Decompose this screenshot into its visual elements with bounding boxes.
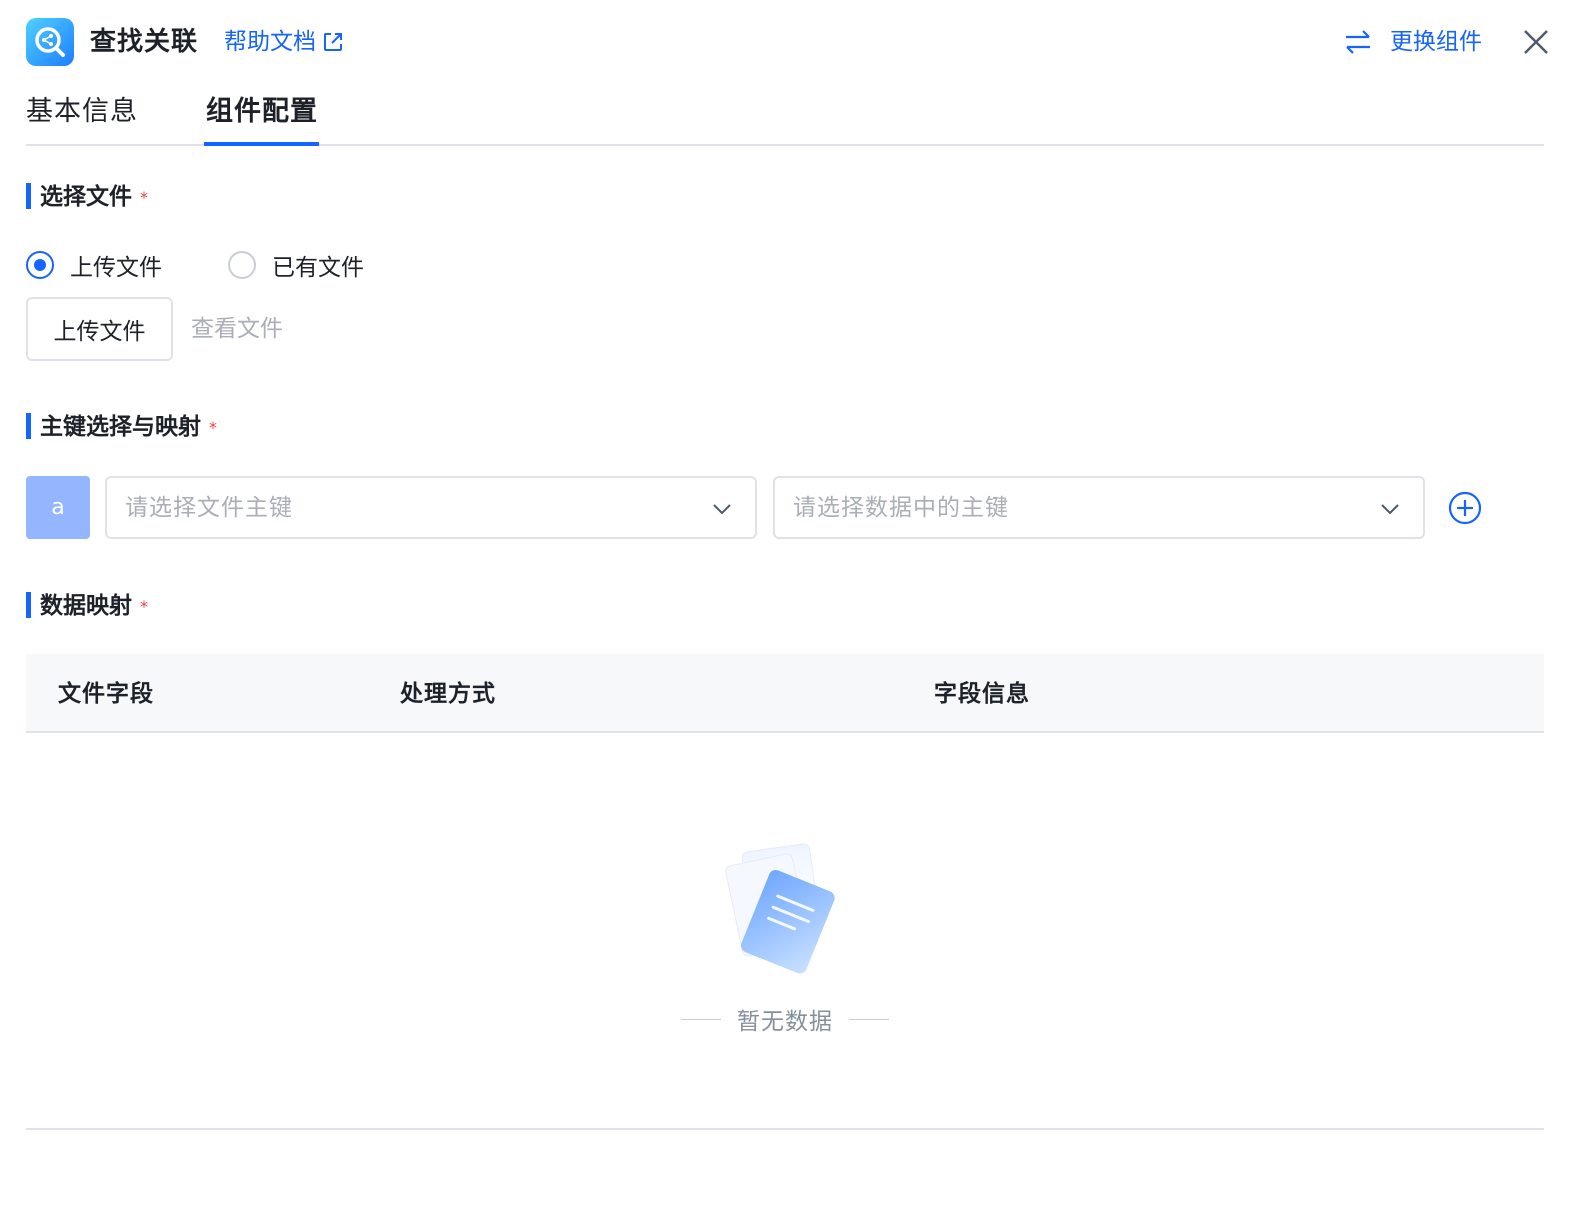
view-file-link[interactable]: 查看文件 [191,313,283,345]
radio-upload-file[interactable]: 上传文件 [26,248,162,282]
close-icon [1524,30,1548,54]
table-bottom-divider [26,1128,1544,1130]
select-file-section-title: 选择文件 * [26,183,148,212]
tab-bar: 基本信息 组件配置 [26,86,1544,146]
empty-state: 暂无数据 [680,1003,890,1035]
active-tab-indicator [204,142,319,146]
file-key-select[interactable]: 请选择文件主键 [105,476,757,539]
switch-component-button[interactable]: 更换组件 [1344,26,1482,58]
drawer-header: 查找关联 帮助文档 更换组件 [26,16,1556,68]
mapping-table-header: 文件字段 处理方式 字段信息 [26,654,1544,733]
search-link-icon [26,18,74,66]
file-source-radio-group: 上传文件 已有文件 [26,248,364,282]
radio-circle [228,251,256,279]
switch-component-label: 更换组件 [1390,29,1482,55]
chevron-down-icon [713,504,731,515]
radio-circle-checked [26,251,54,279]
empty-state-text: 暂无数据 [737,1009,833,1035]
key-badge: a [26,476,90,539]
data-key-select[interactable]: 请选择数据中的主键 [773,476,1425,539]
swap-icon [1346,30,1370,54]
file-key-placeholder: 请选择文件主键 [125,495,293,521]
external-link-icon [324,33,342,51]
radio-existing-file-label: 已有文件 [272,255,364,281]
radio-existing-file[interactable]: 已有文件 [228,248,364,282]
help-docs-link[interactable]: 帮助文档 [224,26,344,58]
key-mapping-title-text: 主键选择与映射 [40,414,201,440]
close-button[interactable] [1520,26,1552,58]
required-mark: * [209,417,217,437]
plus-circle-icon [1448,491,1482,525]
tab-basic-info[interactable]: 基本信息 [26,92,138,132]
required-mark: * [140,187,148,207]
chevron-down-icon [1381,504,1399,515]
data-mapping-title-text: 数据映射 [40,593,132,619]
add-key-button[interactable] [1448,491,1482,525]
page-title: 查找关联 [90,27,199,57]
data-key-placeholder: 请选择数据中的主键 [793,495,1009,521]
divider [681,1018,721,1020]
column-header-processing: 处理方式 [400,681,496,707]
key-mapping-section-title: 主键选择与映射 * [26,413,217,442]
column-header-field-info: 字段信息 [934,681,1030,707]
data-mapping-section-title: 数据映射 * [26,592,148,621]
column-header-file-field: 文件字段 [58,681,154,707]
upload-file-button[interactable]: 上传文件 [26,297,173,361]
tab-component-config[interactable]: 组件配置 [206,92,318,132]
empty-document-icon [722,836,846,978]
help-docs-label: 帮助文档 [224,29,316,55]
required-mark: * [140,596,148,616]
select-file-title-text: 选择文件 [40,184,132,210]
radio-upload-file-label: 上传文件 [70,255,162,281]
divider [849,1018,889,1020]
